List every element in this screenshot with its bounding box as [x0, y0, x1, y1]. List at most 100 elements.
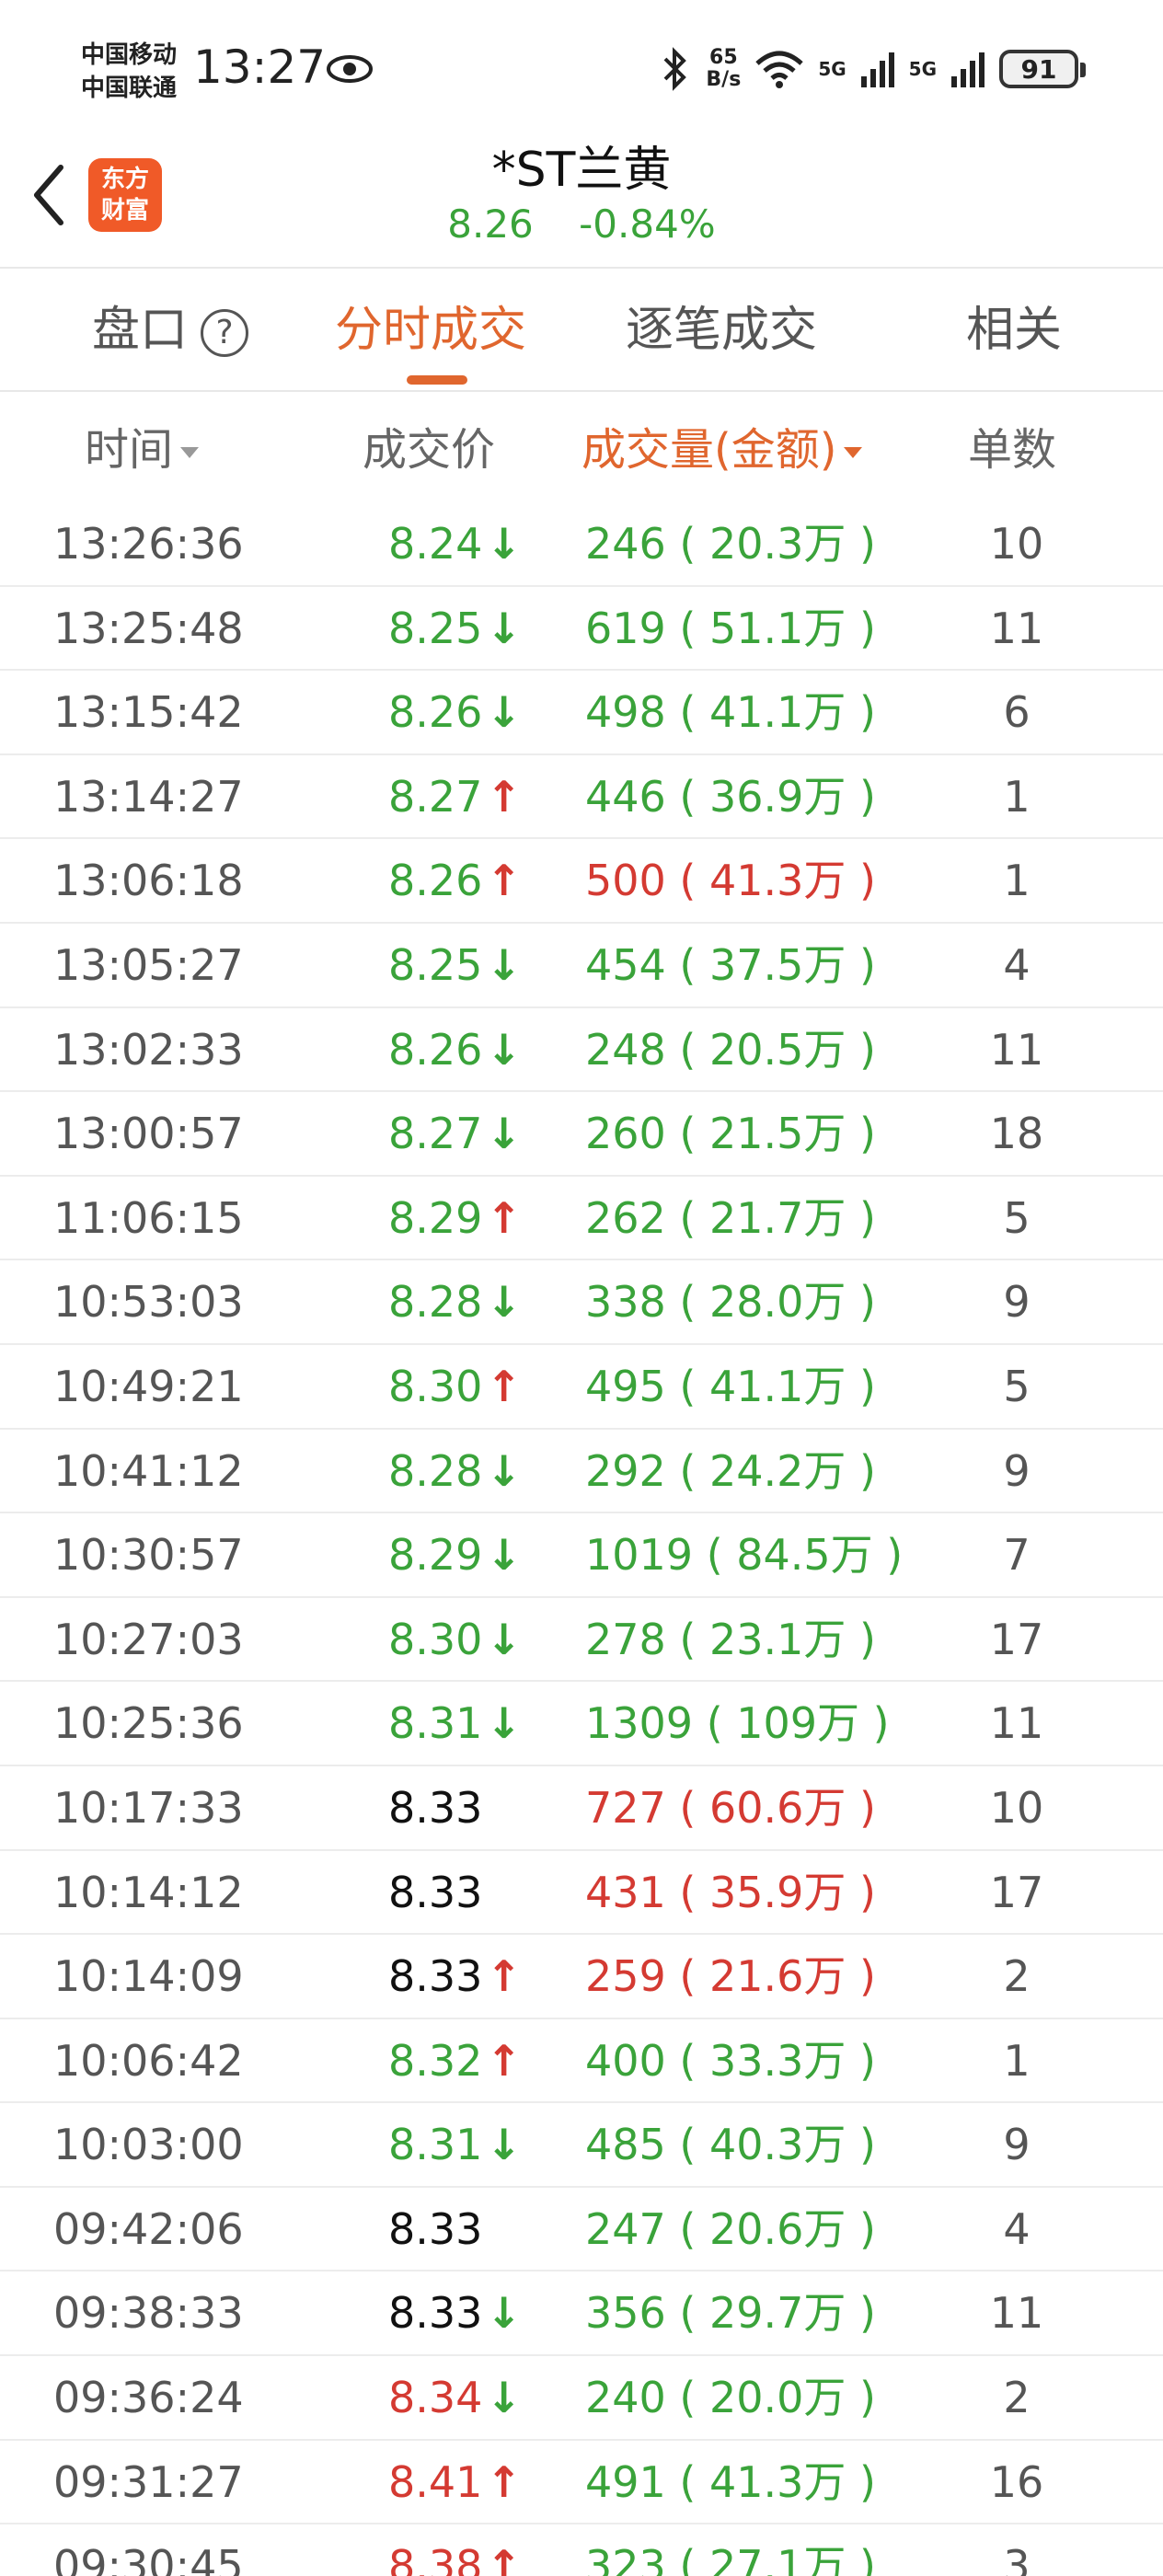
trade-price-cell: 8.33↓ — [388, 2271, 522, 2354]
tab-order-book[interactable]: 盘口? — [92, 269, 249, 392]
trade-price: 8.41 — [388, 2456, 483, 2507]
trade-count: 1 — [1003, 2035, 1031, 2086]
stock-name: *ST兰黄 — [491, 143, 672, 198]
table-row[interactable]: 10:41:12 8.28↓ 292 ( 24.2万 ) 9 — [0, 1430, 1163, 1514]
table-row[interactable]: 13:14:27 8.27↑ 446 ( 36.9万 ) 1 — [0, 755, 1163, 840]
trade-price-cell: 8.30↓ — [388, 1598, 522, 1681]
sort-caret-icon — [180, 447, 200, 458]
trade-time: 09:36:24 — [53, 2373, 244, 2423]
arrow-down-icon: ↓ — [486, 1024, 522, 1075]
trade-price: 8.32 — [388, 2035, 483, 2086]
table-row[interactable]: 10:17:33 8.33 727 ( 60.6万 ) 10 — [0, 1766, 1163, 1851]
tab-time-sales[interactable]: 分时成交 — [335, 269, 526, 392]
trade-price-cell: 8.27↑ — [388, 755, 522, 838]
trade-price-cell: 8.34↓ — [388, 2356, 522, 2439]
table-row[interactable]: 10:49:21 8.30↑ 495 ( 41.1万 ) 5 — [0, 1345, 1163, 1430]
table-row[interactable]: 13:02:33 8.26↓ 248 ( 20.5万 ) 11 — [0, 1008, 1163, 1093]
table-row[interactable]: 10:14:09 8.33↑ 259 ( 21.6万 ) 2 — [0, 1935, 1163, 2019]
arrow-up-icon: ↑ — [486, 2035, 522, 2086]
trade-count: 11 — [989, 1024, 1044, 1075]
trade-time: 13:26:36 — [53, 519, 244, 569]
trade-volume: 619 ( 51.1万 ) — [585, 603, 876, 653]
trade-time: 09:42:06 — [53, 2203, 244, 2254]
trade-price-cell: 8.28↓ — [388, 1430, 522, 1512]
arrow-up-icon: ↑ — [486, 856, 522, 906]
trade-price: 8.26 — [388, 856, 483, 906]
table-row[interactable]: 13:26:36 8.24↓ 246 ( 20.3万 ) 10 — [0, 502, 1163, 587]
table-row[interactable]: 13:25:48 8.25↓ 619 ( 51.1万 ) 11 — [0, 587, 1163, 672]
trade-count: 7 — [1003, 1530, 1031, 1581]
table-row[interactable]: 10:25:36 8.31↓ 1309 ( 109万 ) 11 — [0, 1682, 1163, 1766]
signal-icon-2 — [951, 52, 985, 87]
tab-related[interactable]: 相关 — [966, 269, 1062, 392]
arrow-down-icon: ↓ — [486, 1277, 522, 1328]
trade-time: 10:17:33 — [53, 1782, 244, 1833]
trade-price-cell: 8.33 — [388, 2188, 482, 2271]
column-time[interactable]: 时间 — [85, 394, 200, 506]
column-volume[interactable]: 成交量(金额) — [582, 394, 863, 506]
table-row[interactable]: 10:03:00 8.31↓ 485 ( 40.3万 ) 9 — [0, 2103, 1163, 2188]
trade-price-cell: 8.41↑ — [388, 2441, 522, 2524]
trade-price: 8.33 — [388, 1867, 483, 1917]
column-count: 单数 — [968, 424, 1057, 476]
trade-price-cell: 8.26↓ — [388, 1008, 522, 1091]
trade-price: 8.29 — [388, 1530, 483, 1581]
trade-price-cell: 8.24↓ — [388, 502, 522, 585]
table-row[interactable]: 09:36:24 8.34↓ 240 ( 20.0万 ) 2 — [0, 2356, 1163, 2441]
trade-time: 13:25:48 — [53, 603, 244, 653]
table-row[interactable]: 10:14:12 8.33 431 ( 35.9万 ) 17 — [0, 1851, 1163, 1936]
table-row[interactable]: 10:53:03 8.28↓ 338 ( 28.0万 ) 9 — [0, 1260, 1163, 1345]
arrow-down-icon: ↓ — [486, 687, 522, 738]
table-header: 时间 成交价 成交量(金额) 单数 — [0, 394, 1163, 506]
column-time-label: 时间 — [85, 424, 174, 476]
carrier-labels: 中国移动 中国联通 — [81, 39, 177, 105]
trade-volume: 400 ( 33.3万 ) — [585, 2035, 876, 2086]
table-row[interactable]: 11:06:15 8.29↑ 262 ( 21.7万 ) 5 — [0, 1177, 1163, 1261]
table-row[interactable]: 09:30:45 8.38↑ 323 ( 27.1万 ) 3 — [0, 2524, 1163, 2576]
trade-price-cell: 8.38↑ — [388, 2524, 522, 2576]
trade-volume: 338 ( 28.0万 ) — [585, 1277, 876, 1328]
carrier-2: 中国联通 — [81, 75, 178, 102]
status-bar: 中国移动 中国联通 13:27 65 B/s 5G 5G 91 — [0, 0, 1163, 138]
trade-price-cell: 8.26↑ — [388, 839, 522, 922]
trade-count: 17 — [989, 1867, 1044, 1917]
trade-count: 5 — [1003, 1192, 1031, 1243]
trade-price: 8.25 — [388, 603, 483, 653]
network-label-1: 5G — [818, 58, 846, 80]
trade-time: 09:38:33 — [53, 2288, 244, 2339]
trade-count: 11 — [989, 603, 1044, 653]
arrow-up-icon: ↑ — [486, 1951, 522, 2002]
table-row[interactable]: 09:42:06 8.33 247 ( 20.6万 ) 4 — [0, 2188, 1163, 2272]
trade-volume: 446 ( 36.9万 ) — [585, 771, 876, 822]
trade-price-cell: 8.33 — [388, 1766, 482, 1849]
table-row[interactable]: 13:05:27 8.25↓ 454 ( 37.5万 ) 4 — [0, 924, 1163, 1008]
trade-price: 8.34 — [388, 2373, 483, 2423]
table-row[interactable]: 13:06:18 8.26↑ 500 ( 41.3万 ) 1 — [0, 839, 1163, 924]
trade-time: 10:41:12 — [53, 1445, 244, 1496]
tab-tick-trades[interactable]: 逐笔成交 — [626, 269, 817, 392]
trade-volume: 262 ( 21.7万 ) — [585, 1192, 876, 1243]
table-row[interactable]: 10:06:42 8.32↑ 400 ( 33.3万 ) 1 — [0, 2019, 1163, 2104]
table-row[interactable]: 09:31:27 8.41↑ 491 ( 41.3万 ) 16 — [0, 2441, 1163, 2525]
table-row[interactable]: 10:27:03 8.30↓ 278 ( 23.1万 ) 17 — [0, 1598, 1163, 1683]
arrow-down-icon: ↓ — [486, 939, 522, 990]
trade-price: 8.31 — [388, 1698, 483, 1749]
trade-count: 18 — [989, 1109, 1044, 1159]
trade-volume: 323 ( 27.1万 ) — [585, 2541, 876, 2576]
help-icon[interactable]: ? — [201, 309, 249, 357]
trade-price-cell: 8.29↓ — [388, 1513, 522, 1596]
arrow-down-icon: ↓ — [486, 1109, 522, 1159]
table-row[interactable]: 13:00:57 8.27↓ 260 ( 21.5万 ) 18 — [0, 1092, 1163, 1177]
arrow-up-icon: ↑ — [486, 1192, 522, 1243]
stock-header: 东方 财富 *ST兰黄 8.26 -0.84% — [0, 138, 1163, 269]
trade-time: 09:30:45 — [53, 2541, 244, 2576]
arrow-up-icon: ↑ — [486, 2456, 522, 2507]
trade-count: 1 — [1003, 856, 1031, 906]
trade-volume: 259 ( 21.6万 ) — [585, 1951, 876, 2002]
table-row[interactable]: 13:15:42 8.26↓ 498 ( 41.1万 ) 6 — [0, 671, 1163, 755]
table-row[interactable]: 10:30:57 8.29↓ 1019 ( 84.5万 ) 7 — [0, 1513, 1163, 1598]
trade-time: 13:05:27 — [53, 939, 244, 990]
trade-time: 10:30:57 — [53, 1530, 244, 1581]
trade-count: 2 — [1003, 2373, 1031, 2423]
table-row[interactable]: 09:38:33 8.33↓ 356 ( 29.7万 ) 11 — [0, 2271, 1163, 2357]
